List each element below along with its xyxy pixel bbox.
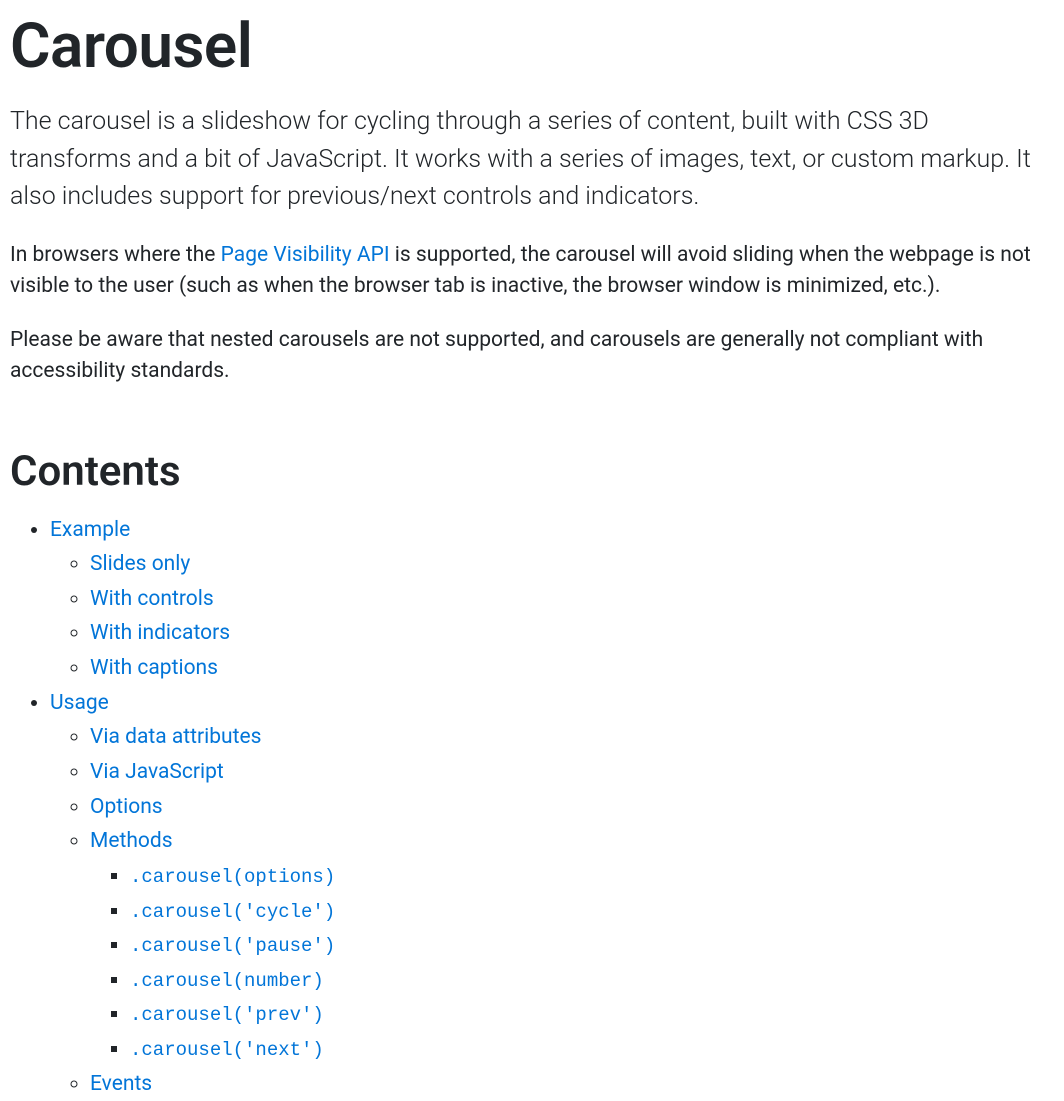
- toc-sublist: .carousel(options) .carousel('cycle') .c…: [90, 859, 1054, 1067]
- toc-sublist: Slides only With controls With indicator…: [50, 547, 1054, 686]
- toc-item: .carousel('cycle'): [130, 894, 1054, 929]
- lead-paragraph: The carousel is a slideshow for cycling …: [10, 103, 1054, 216]
- toc-item: .carousel('pause'): [130, 928, 1054, 963]
- toc-list: Example Slides only With controls With i…: [10, 513, 1054, 1101]
- toc-item: Options: [90, 790, 1054, 825]
- toc-item: .carousel('next'): [130, 1032, 1054, 1067]
- paragraph-nested-warning: Please be aware that nested carousels ar…: [10, 325, 1054, 388]
- page-visibility-api-link[interactable]: Page Visibility API: [221, 243, 390, 267]
- contents-heading: Contents: [10, 440, 1054, 503]
- toc-link-events[interactable]: Events: [90, 1072, 152, 1096]
- toc-item-usage: Usage Via data attributes Via JavaScript…: [50, 686, 1054, 1101]
- toc-sublist: Via data attributes Via JavaScript Optio…: [50, 720, 1054, 1101]
- toc-link-with-indicators[interactable]: With indicators: [90, 621, 230, 645]
- toc-item: Events: [90, 1067, 1054, 1101]
- paragraph-visibility-api: In browsers where the Page Visibility AP…: [10, 240, 1054, 303]
- toc-item: .carousel(number): [130, 963, 1054, 998]
- toc-item: Slides only: [90, 547, 1054, 582]
- toc-item: Via JavaScript: [90, 755, 1054, 790]
- toc-item: .carousel(options): [130, 859, 1054, 894]
- code-text: .carousel('prev'): [130, 1004, 324, 1026]
- toc-link-slides-only[interactable]: Slides only: [90, 552, 190, 576]
- toc-link-options[interactable]: Options: [90, 795, 163, 819]
- toc-link-carousel-options[interactable]: .carousel(options): [130, 864, 335, 888]
- toc-item: With indicators: [90, 616, 1054, 651]
- toc-item: .carousel('prev'): [130, 997, 1054, 1032]
- toc-item: Via data attributes: [90, 720, 1054, 755]
- toc-link-carousel-number[interactable]: .carousel(number): [130, 968, 324, 992]
- code-text: .carousel(options): [130, 866, 335, 888]
- toc-link-with-captions[interactable]: With captions: [90, 656, 218, 680]
- toc-link-via-data-attributes[interactable]: Via data attributes: [90, 725, 261, 749]
- page-title: Carousel: [10, 0, 1054, 93]
- text-segment: In browsers where the: [10, 243, 221, 267]
- toc-item: With controls: [90, 582, 1054, 617]
- toc-link-example[interactable]: Example: [50, 518, 130, 542]
- toc-link-carousel-pause[interactable]: .carousel('pause'): [130, 933, 335, 957]
- toc-item-example: Example Slides only With controls With i…: [50, 513, 1054, 686]
- toc-item: With captions: [90, 651, 1054, 686]
- code-text: .carousel(number): [130, 970, 324, 992]
- toc-link-carousel-cycle[interactable]: .carousel('cycle'): [130, 899, 335, 923]
- code-text: .carousel('cycle'): [130, 901, 335, 923]
- toc-link-with-controls[interactable]: With controls: [90, 587, 214, 611]
- toc-link-usage[interactable]: Usage: [50, 691, 109, 715]
- code-text: .carousel('pause'): [130, 935, 335, 957]
- toc-link-methods[interactable]: Methods: [90, 829, 173, 853]
- toc-link-carousel-prev[interactable]: .carousel('prev'): [130, 1002, 324, 1026]
- toc-link-via-javascript[interactable]: Via JavaScript: [90, 760, 224, 784]
- toc-item-methods: Methods .carousel(options) .carousel('cy…: [90, 824, 1054, 1066]
